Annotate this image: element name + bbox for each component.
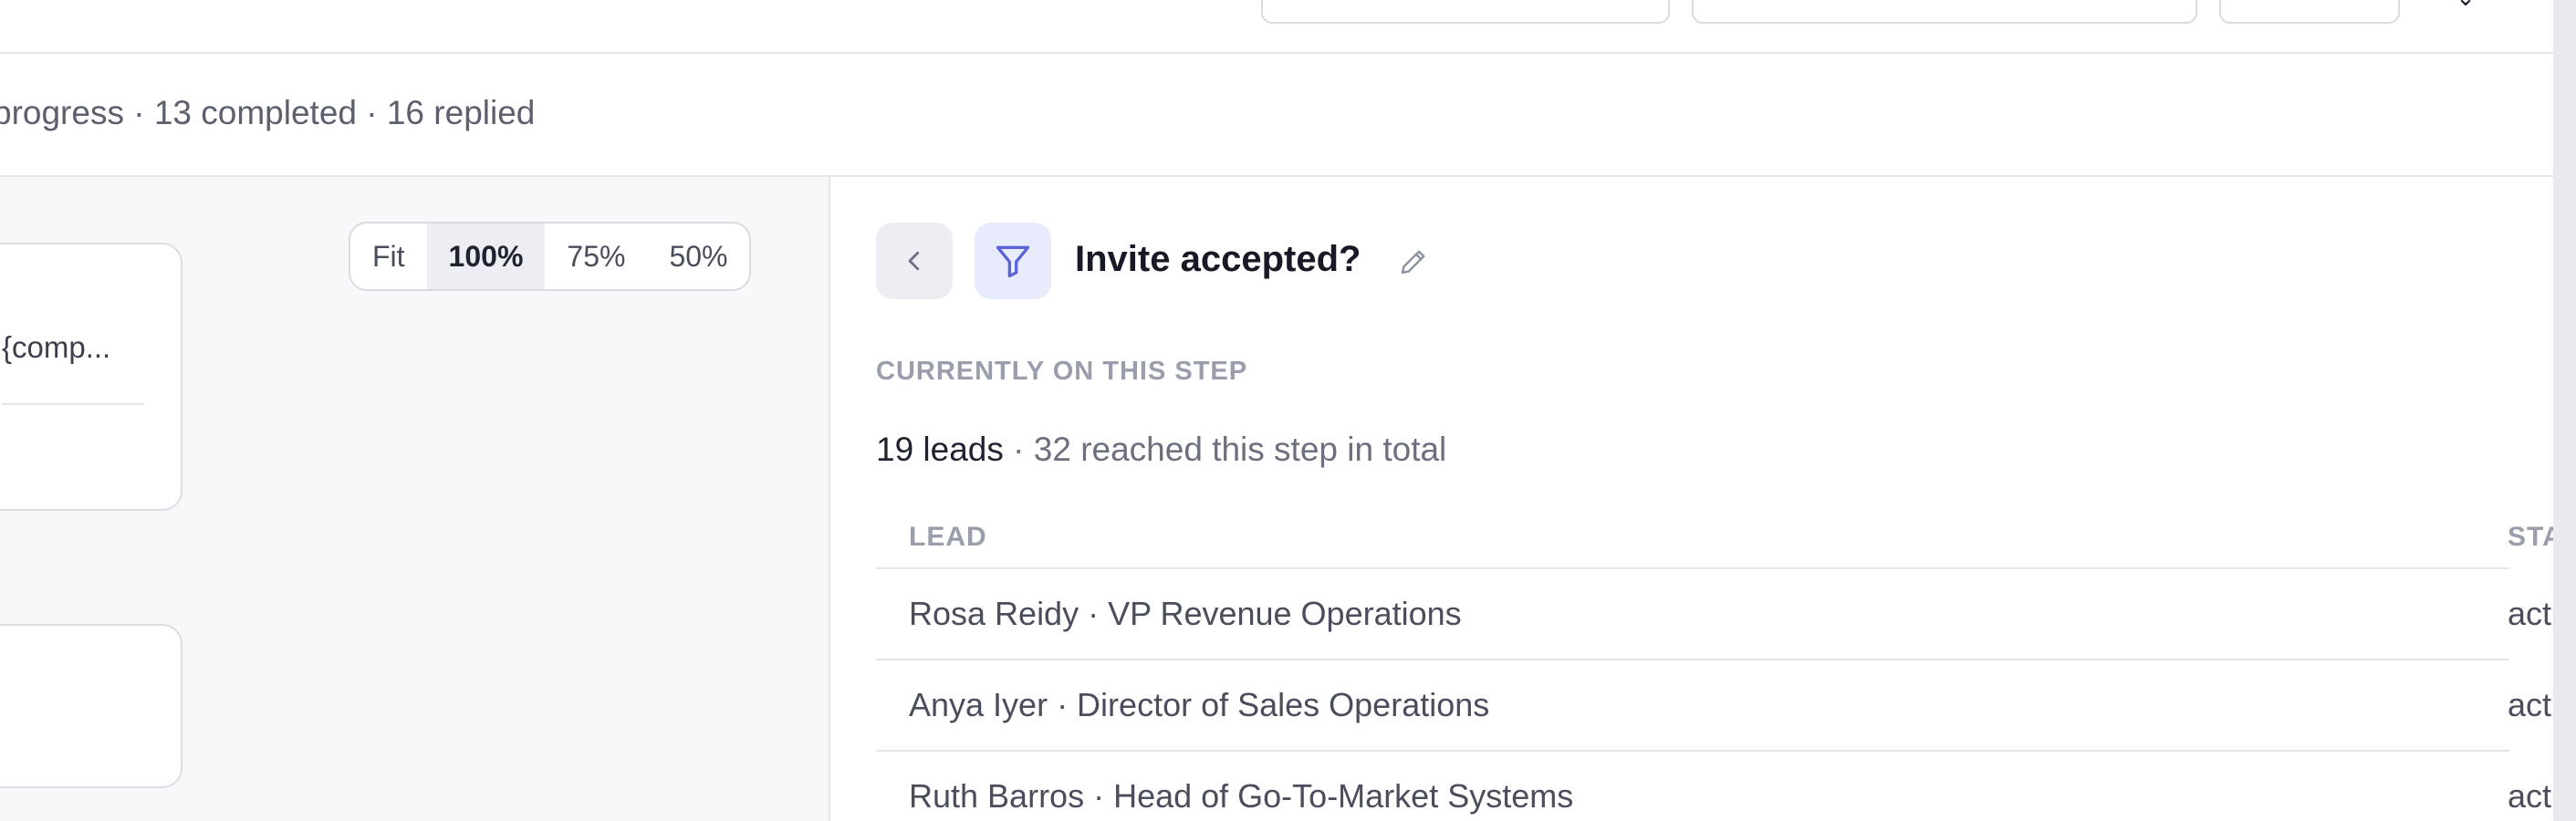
leads-table: LEAD STA Rosa Reidy · VP Revenue Operati… (876, 505, 2553, 821)
flow-canvas[interactable]: {comp... Fit 100% 75% 50% (0, 177, 830, 821)
section-label: CURRENTLY ON THIS STEP (876, 357, 1248, 386)
lead-cell: Rosa Reidy · VP Revenue Operations (909, 595, 1462, 632)
pencil-icon (1401, 250, 1425, 275)
edit-title-button[interactable] (1394, 243, 1433, 281)
column-header-status[interactable]: STA (2508, 522, 2553, 553)
filter-icon (996, 245, 1030, 278)
flow-step-card[interactable]: {comp... (0, 243, 183, 511)
step-detail-panel: Invite accepted? CURRENTLY ON THIS STEP … (832, 177, 2553, 821)
status-cell: act (2508, 777, 2552, 815)
leads-total: · 32 reached this step in total (1003, 431, 1447, 468)
more-chevron-icon[interactable]: ⌄ (2455, 0, 2477, 9)
flow-step-card[interactable] (0, 624, 183, 788)
step-message-preview: {comp... (2, 330, 111, 364)
table-row[interactable]: Ruth Barros · Head of Go-To-Market Syste… (876, 752, 2551, 821)
status-cell: act (2508, 686, 2552, 723)
app-window: ⌄ progress · 13 completed · 16 replied {… (0, 0, 2553, 821)
zoom-100-button[interactable]: 100% (426, 223, 546, 289)
condition-step-badge (975, 223, 1051, 299)
toolbar-button-1[interactable] (1261, 0, 1670, 24)
column-header-lead[interactable]: LEAD (909, 522, 987, 553)
top-toolbar: ⌄ (0, 0, 2553, 54)
chevron-left-icon (908, 251, 920, 271)
card-divider (2, 403, 144, 405)
zoom-75-button[interactable]: 75% (545, 223, 647, 289)
zoom-control: Fit 100% 75% 50% (349, 222, 752, 291)
lead-cell: Anya Iyer · Director of Sales Operations (909, 686, 1490, 723)
zoom-fit-button[interactable]: Fit (350, 223, 427, 289)
leads-summary: 19 leads · 32 reached this step in total (876, 431, 1446, 469)
back-button[interactable] (876, 223, 953, 299)
table-row[interactable]: Anya Iyer · Director of Sales Operations… (876, 660, 2551, 752)
sequence-summary-bar: progress · 13 completed · 16 replied (0, 54, 2553, 177)
step-title: Invite accepted? (1075, 239, 1361, 279)
leads-count: 19 leads (876, 431, 1004, 468)
toolbar-button-2[interactable] (1692, 0, 2197, 24)
status-cell: act (2508, 595, 2552, 632)
zoom-50-button[interactable]: 50% (647, 223, 749, 289)
table-row[interactable]: Rosa Reidy · VP Revenue Operations act (876, 569, 2551, 660)
summary-stats: progress · 13 completed · 16 replied (0, 94, 536, 131)
lead-cell: Ruth Barros · Head of Go-To-Market Syste… (909, 777, 1574, 815)
table-header: LEAD STA (876, 505, 2553, 569)
toolbar-button-3[interactable] (2219, 0, 2400, 24)
